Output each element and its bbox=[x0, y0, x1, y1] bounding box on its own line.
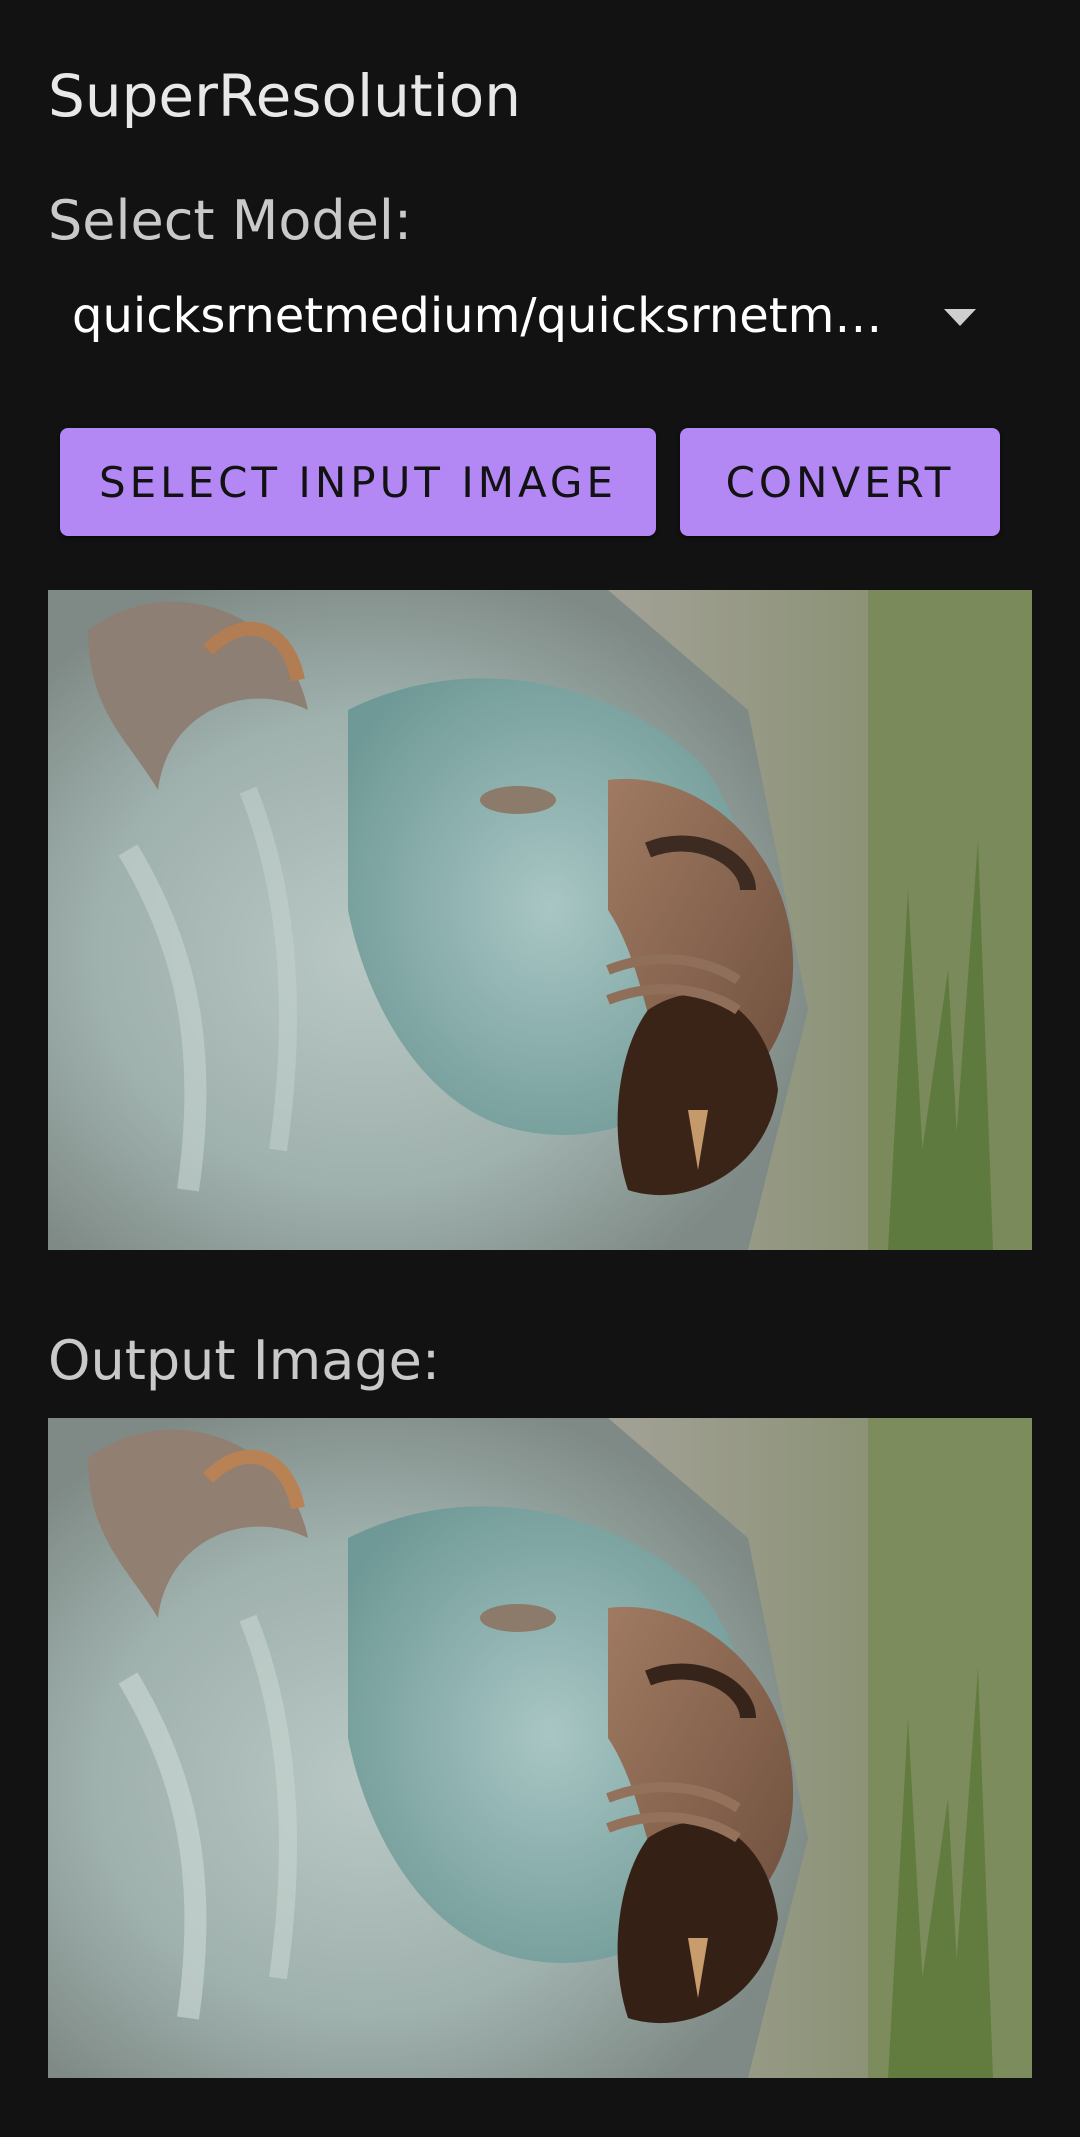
select-model-label: Select Model: bbox=[48, 189, 413, 252]
model-dropdown-value: quicksrnetmedium/quicksrnetmedium.tflite bbox=[72, 288, 892, 344]
input-image bbox=[48, 590, 1032, 1250]
lion-statue-output-photo bbox=[48, 1418, 1032, 2078]
output-image-label: Output Image: bbox=[48, 1329, 441, 1392]
dropdown-arrow-icon bbox=[944, 309, 976, 326]
lion-statue-input-photo bbox=[48, 590, 1032, 1250]
app-title: SuperResolution bbox=[48, 62, 521, 130]
convert-button[interactable]: CONVERT bbox=[680, 428, 1000, 536]
select-input-image-button[interactable]: SELECT INPUT IMAGE bbox=[60, 428, 656, 536]
model-dropdown[interactable]: quicksrnetmedium/quicksrnetmedium.tflite bbox=[48, 272, 988, 362]
output-image bbox=[48, 1418, 1032, 2078]
